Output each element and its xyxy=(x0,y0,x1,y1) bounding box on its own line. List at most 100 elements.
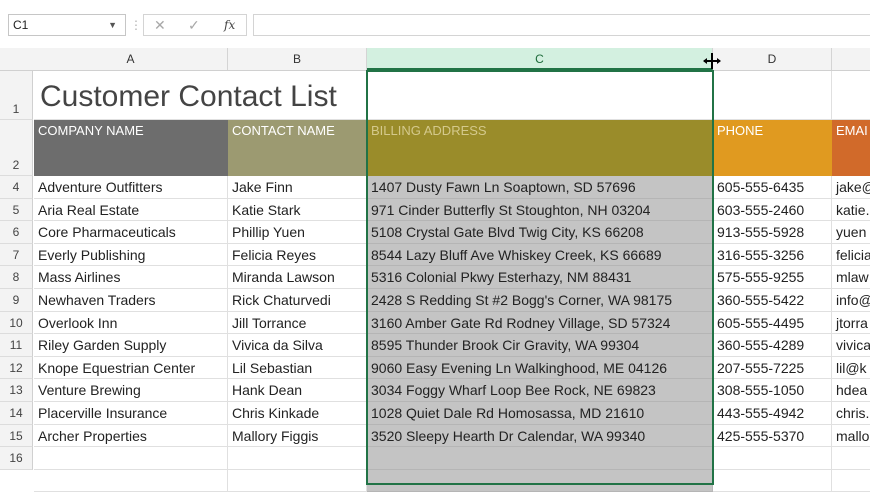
cell-address[interactable] xyxy=(367,447,713,470)
cell-company[interactable]: Riley Garden Supply xyxy=(34,334,228,357)
cell-phone[interactable]: 316-555-3256 xyxy=(713,243,832,267)
row-header-10[interactable]: 10 xyxy=(0,311,33,335)
cell-phone[interactable]: 308-555-1050 xyxy=(713,379,832,402)
cell-address[interactable]: 3034 Foggy Wharf Loop Bee Rock, NE 69823 xyxy=(367,379,713,402)
cell-contact[interactable]: Vivica da Silva xyxy=(228,334,367,357)
cell-phone[interactable]: 360-555-4289 xyxy=(713,334,832,357)
row-header-5[interactable]: 5 xyxy=(0,198,33,222)
cell-contact[interactable]: Miranda Lawson xyxy=(228,266,367,289)
cell-contact[interactable]: Lil Sebastian xyxy=(228,356,367,380)
cell-company[interactable]: Newhaven Traders xyxy=(34,289,228,312)
cell-phone[interactable]: 913-555-5928 xyxy=(713,221,832,244)
row-header-7[interactable]: 7 xyxy=(0,243,33,267)
header-email[interactable]: EMAI xyxy=(832,120,870,176)
cell-email[interactable]: jtorra xyxy=(832,312,870,335)
cell-phone[interactable]: 443-555-4942 xyxy=(713,402,832,425)
row-header-12[interactable]: 12 xyxy=(0,356,33,380)
cell-email[interactable]: mlaw xyxy=(832,266,870,289)
cell-company[interactable]: Aria Real Estate xyxy=(34,198,228,222)
name-box[interactable]: C1 ▼ xyxy=(8,14,126,36)
cell-address[interactable]: 3520 Sleepy Hearth Dr Calendar, WA 99340 xyxy=(367,424,713,448)
cell-address[interactable]: 5316 Colonial Pkwy Esterhazy, NM 88431 xyxy=(367,266,713,289)
cell-contact[interactable] xyxy=(228,447,367,470)
column-header-e[interactable] xyxy=(832,48,870,70)
cell-phone[interactable]: 605-555-4495 xyxy=(713,311,832,335)
cell-phone[interactable]: 603-555-2460 xyxy=(713,198,832,222)
header-phone[interactable]: PHONE xyxy=(713,120,832,176)
cell-email[interactable] xyxy=(832,470,870,492)
cell-contact[interactable]: Hank Dean xyxy=(228,379,367,402)
cell-contact[interactable]: Jill Torrance xyxy=(228,311,367,335)
cell-company[interactable]: Adventure Outfitters xyxy=(34,176,228,199)
row-header-11[interactable]: 11 xyxy=(0,334,33,357)
cell-email[interactable] xyxy=(832,447,870,470)
cell-company[interactable]: Core Pharmaceuticals xyxy=(34,221,228,244)
cell-phone[interactable]: 207-555-7225 xyxy=(713,356,832,380)
row-header-2[interactable]: 2 xyxy=(0,120,33,176)
column-header-c[interactable]: C xyxy=(367,48,713,70)
cell-company[interactable]: Mass Airlines xyxy=(34,266,228,289)
cell-email[interactable]: info@ xyxy=(832,289,870,312)
column-header-b[interactable]: B xyxy=(228,48,367,70)
cell-email[interactable]: hdea xyxy=(832,379,870,402)
cell-email[interactable]: yuen xyxy=(832,221,870,244)
cell-email[interactable]: mallo xyxy=(832,425,870,448)
cell-contact[interactable]: Felicia Reyes xyxy=(228,243,367,267)
cell-contact[interactable]: Rick Chaturvedi xyxy=(228,289,367,312)
cell-address[interactable]: 1028 Quiet Dale Rd Homosassa, MD 21610 xyxy=(367,402,713,425)
cell-company[interactable]: Placerville Insurance xyxy=(34,402,228,425)
cell-company[interactable] xyxy=(34,447,228,470)
row-header-6[interactable]: 6 xyxy=(0,221,33,244)
formula-input[interactable] xyxy=(253,14,870,36)
row-header-4[interactable]: 4 xyxy=(0,176,33,199)
row-header-13[interactable]: 13 xyxy=(0,379,33,402)
insert-function-icon[interactable]: fx xyxy=(224,16,235,34)
cell-company[interactable]: Venture Brewing xyxy=(34,379,228,402)
cell-address[interactable]: 8595 Thunder Brook Cir Gravity, WA 99304 xyxy=(367,334,713,357)
cell-d1[interactable] xyxy=(713,71,832,120)
cell-company[interactable]: Knope Equestrian Center xyxy=(34,356,228,380)
cell-email[interactable]: felicia xyxy=(832,244,870,267)
cell-company[interactable]: Overlook Inn xyxy=(34,311,228,335)
cell-address[interactable]: 2428 S Redding St #2 Bogg's Corner, WA 9… xyxy=(367,289,713,312)
cell-email[interactable]: vivica xyxy=(832,334,870,357)
cell-email[interactable]: katie. xyxy=(832,199,870,222)
cell-address[interactable]: 8544 Lazy Bluff Ave Whiskey Creek, KS 66… xyxy=(367,243,713,267)
drag-handle-icon[interactable]: ⋮ xyxy=(130,14,142,36)
cell-email[interactable]: chris. xyxy=(832,402,870,425)
header-billing-address[interactable]: BILLING ADDRESS xyxy=(367,120,713,176)
cell-contact[interactable]: Jake Finn xyxy=(228,176,367,199)
cell-address[interactable]: 1407 Dusty Fawn Ln Soaptown, SD 57696 xyxy=(367,176,713,199)
row-header-14[interactable]: 14 xyxy=(0,402,33,425)
column-header-d[interactable]: D xyxy=(713,48,832,70)
chevron-down-icon[interactable]: ▼ xyxy=(108,15,117,35)
cell-company[interactable] xyxy=(34,469,228,492)
header-company-name[interactable]: COMPANY NAME xyxy=(34,120,228,176)
cancel-icon[interactable]: ✕ xyxy=(154,15,166,35)
cell-address[interactable]: 3160 Amber Gate Rd Rodney Village, SD 57… xyxy=(367,311,713,335)
cell-phone[interactable]: 425-555-5370 xyxy=(713,424,832,448)
enter-icon[interactable]: ✓ xyxy=(188,15,200,35)
header-contact-name[interactable]: CONTACT NAME xyxy=(228,120,367,176)
cell-phone[interactable] xyxy=(713,469,832,492)
cell-phone[interactable]: 360-555-5422 xyxy=(713,289,832,312)
cell-address[interactable] xyxy=(367,469,713,492)
row-header-9[interactable]: 9 xyxy=(0,289,33,312)
cell-address[interactable]: 9060 Easy Evening Ln Walkinghood, ME 041… xyxy=(367,356,713,380)
row-header-8[interactable]: 8 xyxy=(0,266,33,289)
cell-email[interactable]: jake@ xyxy=(832,176,870,199)
row-header-16[interactable]: 16 xyxy=(0,447,33,470)
cell-phone[interactable]: 575-555-9255 xyxy=(713,266,832,289)
cell-contact[interactable]: Katie Stark xyxy=(228,198,367,222)
cell-contact[interactable] xyxy=(228,469,367,492)
cell-company[interactable]: Archer Properties xyxy=(34,424,228,448)
cell-email[interactable]: lil@k xyxy=(832,357,870,380)
row-header-15[interactable]: 15 xyxy=(0,424,33,448)
cell-address[interactable]: 5108 Crystal Gate Blvd Twig City, KS 662… xyxy=(367,221,713,244)
column-header-a[interactable]: A xyxy=(34,48,228,70)
cell-contact[interactable]: Phillip Yuen xyxy=(228,221,367,244)
row-header-1[interactable]: 1 xyxy=(0,71,33,120)
cell-e1[interactable] xyxy=(832,71,870,120)
cell-phone[interactable] xyxy=(713,447,832,470)
cell-phone[interactable]: 605-555-6435 xyxy=(713,176,832,199)
